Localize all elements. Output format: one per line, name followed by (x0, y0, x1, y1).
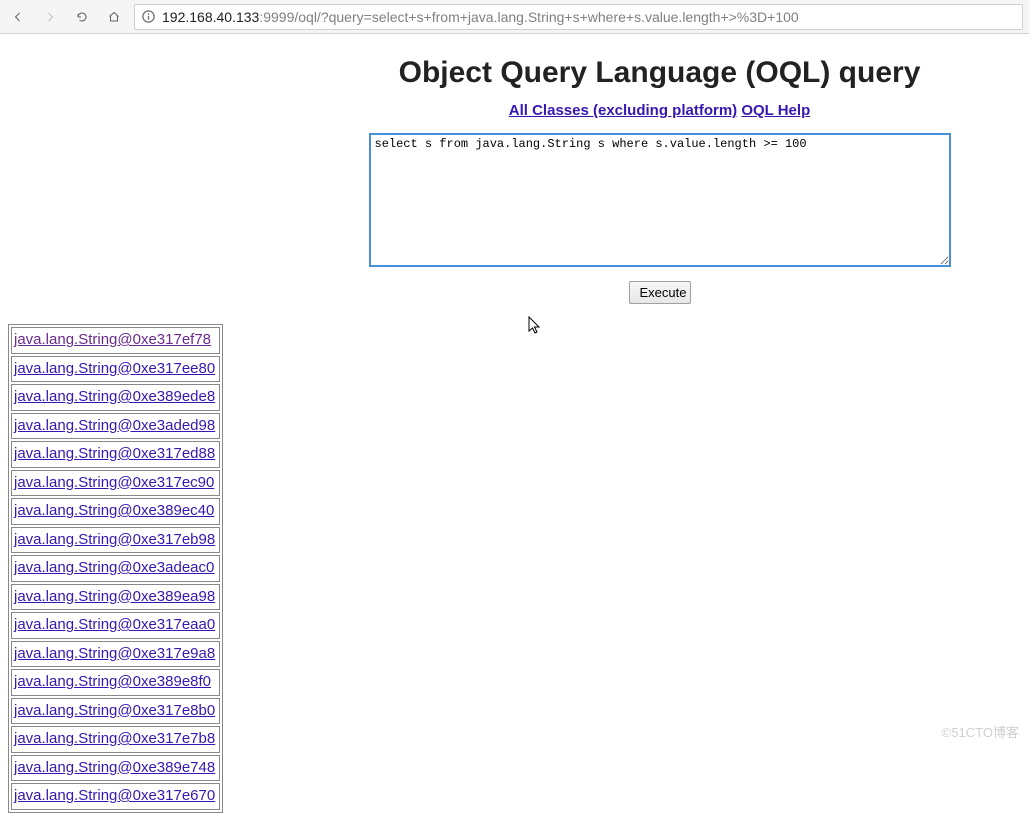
table-row: java.lang.String@0xe317ed88 (11, 441, 220, 468)
table-row: java.lang.String@0xe317e8b0 (11, 698, 220, 725)
table-row: java.lang.String@0xe317eb98 (11, 527, 220, 554)
result-link[interactable]: java.lang.String@0xe317ed88 (14, 445, 215, 462)
result-link[interactable]: java.lang.String@0xe317e8b0 (14, 702, 215, 719)
table-row: java.lang.String@0xe3aded98 (11, 413, 220, 440)
result-link[interactable]: java.lang.String@0xe317eaa0 (14, 616, 215, 633)
result-link[interactable]: java.lang.String@0xe317ec90 (14, 474, 214, 491)
result-link[interactable]: java.lang.String@0xe317e7b8 (14, 730, 215, 747)
table-cell: java.lang.String@0xe317ee80 (11, 356, 220, 383)
result-link[interactable]: java.lang.String@0xe389ec40 (14, 502, 214, 519)
result-link[interactable]: java.lang.String@0xe317eb98 (14, 531, 215, 548)
url-text: 192.168.40.133:9999/oql/?query=select+s+… (162, 9, 799, 25)
table-row: java.lang.String@0xe317eaa0 (11, 612, 220, 639)
result-link[interactable]: java.lang.String@0xe317e670 (14, 787, 215, 804)
page-title: Object Query Language (OQL) query (300, 56, 1019, 90)
url-bar[interactable]: 192.168.40.133:9999/oql/?query=select+s+… (134, 4, 1023, 30)
result-link[interactable]: java.lang.String@0xe389e8f0 (14, 673, 211, 690)
table-cell: java.lang.String@0xe317e7b8 (11, 726, 220, 753)
table-row: java.lang.String@0xe389ede8 (11, 384, 220, 411)
table-row: java.lang.String@0xe317ec90 (11, 470, 220, 497)
table-cell: java.lang.String@0xe317ed88 (11, 441, 220, 468)
result-link[interactable]: java.lang.String@0xe317ee80 (14, 360, 215, 377)
table-cell: java.lang.String@0xe389e748 (11, 755, 220, 782)
result-link[interactable]: java.lang.String@0xe317ef78 (14, 331, 211, 348)
table-row: java.lang.String@0xe317e9a8 (11, 641, 220, 668)
table-row: java.lang.String@0xe317e670 (11, 783, 220, 810)
site-info-icon[interactable] (141, 9, 156, 24)
execute-row: Execute (300, 281, 1019, 304)
table-row: java.lang.String@0xe389ea98 (11, 584, 220, 611)
table-cell: java.lang.String@0xe3adeac0 (11, 555, 220, 582)
table-row: java.lang.String@0xe317ee80 (11, 356, 220, 383)
home-button[interactable] (102, 5, 126, 29)
table-cell: java.lang.String@0xe317ec90 (11, 470, 220, 497)
table-cell: java.lang.String@0xe389ede8 (11, 384, 220, 411)
back-button[interactable] (6, 5, 30, 29)
header-links: All Classes (excluding platform) OQL Hel… (300, 102, 1019, 119)
table-cell: java.lang.String@0xe317e9a8 (11, 641, 220, 668)
execute-button[interactable]: Execute (629, 281, 691, 304)
table-cell: java.lang.String@0xe317eb98 (11, 527, 220, 554)
table-cell: java.lang.String@0xe317ef78 (11, 327, 220, 354)
table-row: java.lang.String@0xe389e748 (11, 755, 220, 782)
result-link[interactable]: java.lang.String@0xe3aded98 (14, 417, 215, 434)
table-cell: java.lang.String@0xe389e8f0 (11, 669, 220, 696)
table-row: java.lang.String@0xe317ef78 (11, 327, 220, 354)
table-cell: java.lang.String@0xe317e670 (11, 783, 220, 810)
arrow-right-icon (44, 9, 56, 25)
result-link[interactable]: java.lang.String@0xe317e9a8 (14, 645, 215, 662)
arrow-left-icon (12, 9, 24, 25)
table-cell: java.lang.String@0xe389ea98 (11, 584, 220, 611)
reload-button[interactable] (70, 5, 94, 29)
all-classes-link[interactable]: All Classes (excluding platform) (509, 102, 737, 119)
reload-icon (76, 9, 88, 25)
home-icon (108, 9, 120, 25)
table-cell: java.lang.String@0xe3aded98 (11, 413, 220, 440)
results-wrap: java.lang.String@0xe317ef78 java.lang.Str… (8, 324, 1019, 813)
query-area (8, 133, 1019, 267)
table-row: java.lang.String@0xe389e8f0 (11, 669, 220, 696)
table-cell: java.lang.String@0xe317eaa0 (11, 612, 220, 639)
results-table: java.lang.String@0xe317ef78 java.lang.Str… (8, 324, 223, 813)
result-link[interactable]: java.lang.String@0xe389e748 (14, 759, 215, 776)
table-cell: java.lang.String@0xe389ec40 (11, 498, 220, 525)
table-row: java.lang.String@0xe317e7b8 (11, 726, 220, 753)
table-row: java.lang.String@0xe389ec40 (11, 498, 220, 525)
result-link[interactable]: java.lang.String@0xe3adeac0 (14, 559, 214, 576)
page-content: Object Query Language (OQL) query All Cl… (0, 34, 1029, 813)
browser-toolbar: 192.168.40.133:9999/oql/?query=select+s+… (0, 0, 1029, 34)
oql-header: Object Query Language (OQL) query All Cl… (8, 56, 1019, 119)
forward-button[interactable] (38, 5, 62, 29)
result-link[interactable]: java.lang.String@0xe389ea98 (14, 588, 215, 605)
result-link[interactable]: java.lang.String@0xe389ede8 (14, 388, 215, 405)
table-row: java.lang.String@0xe3adeac0 (11, 555, 220, 582)
query-textarea[interactable] (369, 133, 951, 267)
table-cell: java.lang.String@0xe317e8b0 (11, 698, 220, 725)
oql-help-link[interactable]: OQL Help (741, 102, 810, 119)
